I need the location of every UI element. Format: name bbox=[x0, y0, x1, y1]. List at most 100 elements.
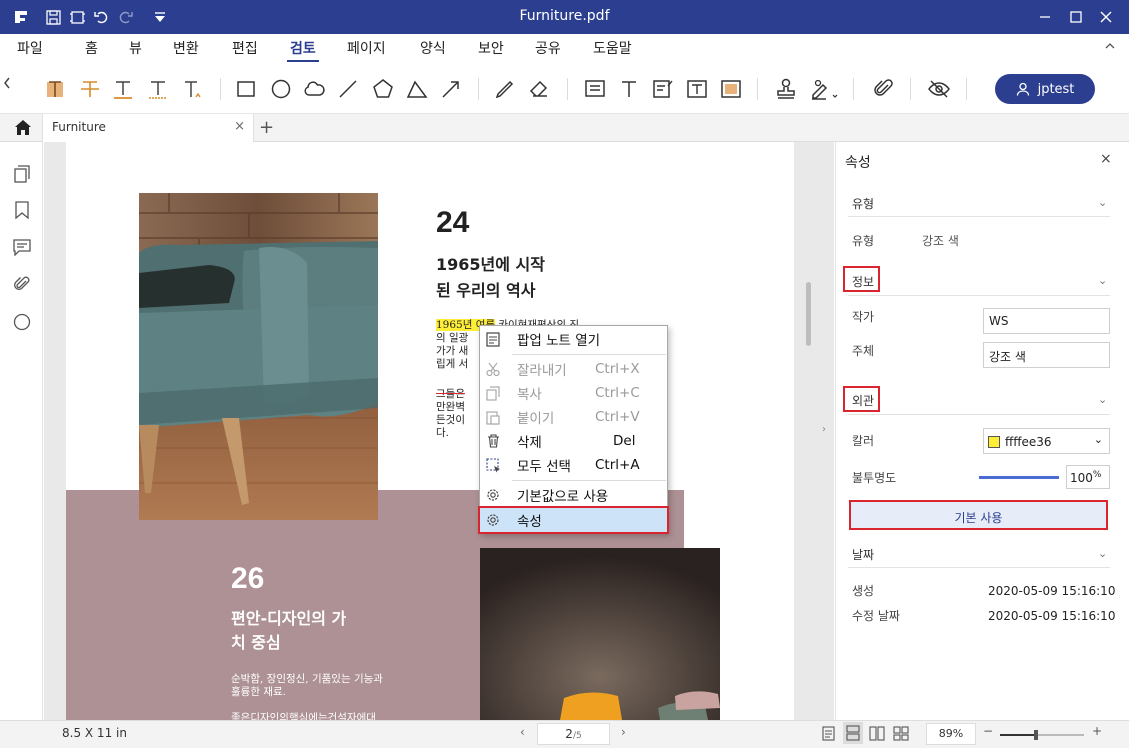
opacity-input[interactable]: 100% bbox=[1066, 465, 1110, 489]
new-tab-icon[interactable]: + bbox=[259, 117, 274, 138]
toolbar-scroll-left-icon[interactable] bbox=[3, 76, 17, 102]
area-highlight-icon[interactable] bbox=[718, 76, 744, 102]
section2-heading-line1: 편안-디자인의 가 bbox=[231, 609, 347, 628]
zoom-input[interactable]: 89% bbox=[926, 723, 976, 745]
close-tab-icon[interactable]: × bbox=[234, 119, 245, 134]
stamp-icon[interactable] bbox=[773, 76, 799, 102]
insert-text-icon[interactable] bbox=[179, 76, 205, 102]
arrow-icon[interactable] bbox=[438, 76, 464, 102]
continuous-view-icon[interactable] bbox=[843, 722, 863, 744]
chevron-down-icon[interactable]: ⌄ bbox=[1098, 393, 1107, 406]
title-bar: Furniture.pdf bbox=[0, 0, 1129, 34]
menu-review[interactable]: 검토 bbox=[287, 38, 319, 62]
menu-properties[interactable]: 속성 bbox=[478, 506, 669, 534]
menu-set-as-default[interactable]: 기본값으로 사용 bbox=[480, 483, 667, 507]
menu-paste[interactable]: 붙이기 Ctrl+V bbox=[480, 405, 667, 429]
menu-open-popup-note[interactable]: 팝업 노트 열기 bbox=[480, 327, 667, 351]
section-divider bbox=[848, 414, 1110, 415]
user-account-button[interactable]: jptest bbox=[995, 74, 1095, 104]
typewriter-icon[interactable] bbox=[616, 76, 642, 102]
section-divider bbox=[848, 567, 1110, 568]
menu-page[interactable]: 페이지 bbox=[347, 38, 386, 58]
expand-right-panel-icon[interactable]: › bbox=[822, 424, 826, 435]
menu-cut[interactable]: 잘라내기 Ctrl+X bbox=[480, 357, 667, 381]
menu-select-all[interactable]: 모두 선택 Ctrl+A bbox=[480, 453, 667, 477]
document-viewport[interactable]: 24 1965년에 시작 된 우리의 역사 1965년 여름 카이현재편산의 진… bbox=[44, 142, 834, 720]
attachment-icon[interactable] bbox=[870, 76, 896, 102]
maximize-icon[interactable] bbox=[1065, 6, 1087, 28]
chevron-down-icon[interactable]: ⌄ bbox=[1098, 196, 1107, 209]
menu-security[interactable]: 보안 bbox=[478, 38, 504, 58]
menu-edit[interactable]: 편집 bbox=[232, 38, 258, 58]
section1-text-line8: 다. bbox=[436, 427, 449, 439]
page-number-input[interactable]: 2/5 bbox=[537, 723, 610, 745]
home-icon[interactable] bbox=[14, 119, 32, 140]
opacity-label: 불투명도 bbox=[852, 471, 897, 485]
vertical-scrollbar-thumb[interactable] bbox=[806, 282, 811, 346]
strikethrough-icon[interactable] bbox=[77, 76, 103, 102]
close-window-icon[interactable] bbox=[1095, 6, 1117, 28]
cloud-icon[interactable] bbox=[301, 76, 327, 102]
bookmark-icon[interactable] bbox=[12, 200, 32, 220]
highlight-icon[interactable] bbox=[42, 76, 68, 102]
pencil-icon[interactable] bbox=[492, 76, 518, 102]
comment-icon[interactable] bbox=[12, 237, 32, 257]
menu-copy[interactable]: 복사 Ctrl+C bbox=[480, 381, 667, 405]
menu-share[interactable]: 공유 bbox=[535, 38, 561, 58]
zoom-in-icon[interactable]: + bbox=[1092, 724, 1102, 738]
signature-icon[interactable] bbox=[808, 76, 840, 102]
menu-home[interactable]: 홈 bbox=[85, 38, 98, 58]
close-panel-icon[interactable]: × bbox=[1100, 151, 1112, 167]
text-callout-icon[interactable] bbox=[650, 76, 676, 102]
zoom-slider-handle[interactable] bbox=[1034, 730, 1038, 740]
opacity-slider[interactable] bbox=[979, 476, 1059, 479]
menu-view[interactable]: 뷰 bbox=[129, 38, 142, 58]
collapse-ribbon-icon[interactable] bbox=[1104, 40, 1116, 56]
line-icon[interactable] bbox=[335, 76, 361, 102]
menu-delete[interactable]: 삭제 Del bbox=[480, 429, 667, 453]
grid-view-icon[interactable] bbox=[893, 726, 909, 744]
type-section-header[interactable]: 유형 bbox=[852, 195, 874, 212]
squiggly-underline-icon[interactable] bbox=[145, 76, 171, 102]
note-icon[interactable] bbox=[582, 76, 608, 102]
subject-field[interactable]: 강조 색 bbox=[983, 342, 1110, 368]
hide-annotations-icon[interactable] bbox=[926, 76, 952, 102]
zoom-out-icon[interactable]: − bbox=[983, 724, 993, 738]
author-label: 작가 bbox=[852, 310, 875, 324]
polyline-icon[interactable] bbox=[404, 76, 430, 102]
menu-form[interactable]: 양식 bbox=[420, 38, 446, 58]
zoom-slider[interactable] bbox=[1000, 730, 1084, 740]
rectangle-icon[interactable] bbox=[233, 76, 259, 102]
search-panel-icon[interactable] bbox=[12, 312, 32, 332]
pdf-page[interactable]: 24 1965년에 시작 된 우리의 역사 1965년 여름 카이현재편산의 진… bbox=[66, 142, 794, 720]
underline-icon[interactable] bbox=[110, 76, 136, 102]
menu-file[interactable]: 파일 bbox=[17, 38, 43, 58]
trash-icon bbox=[485, 433, 501, 449]
menu-convert[interactable]: 변환 bbox=[173, 38, 199, 58]
next-page-icon[interactable]: › bbox=[621, 725, 626, 739]
chevron-down-icon[interactable]: ⌄ bbox=[1098, 547, 1107, 560]
menu-separator bbox=[512, 354, 666, 355]
previous-page-icon[interactable]: ‹ bbox=[520, 725, 525, 739]
author-field[interactable]: WS bbox=[983, 308, 1110, 334]
properties-title: 속성 bbox=[845, 155, 871, 171]
chevron-down-icon[interactable]: ⌄ bbox=[1098, 274, 1107, 287]
section1-text-line3: 가가 새 bbox=[436, 345, 469, 357]
minimize-icon[interactable] bbox=[1034, 6, 1056, 28]
page-size: 8.5 X 11 in bbox=[62, 726, 127, 740]
date-section-header[interactable]: 날짜 bbox=[852, 546, 874, 563]
thumbnails-icon[interactable] bbox=[12, 164, 32, 184]
polygon-icon[interactable] bbox=[370, 76, 396, 102]
section-divider bbox=[848, 216, 1110, 217]
two-page-view-icon[interactable] bbox=[869, 726, 885, 744]
menu-help[interactable]: 도움말 bbox=[593, 38, 632, 58]
ellipse-icon[interactable] bbox=[268, 76, 294, 102]
eraser-icon[interactable] bbox=[526, 76, 552, 102]
attachment-panel-icon[interactable] bbox=[12, 274, 32, 294]
single-page-view-icon[interactable] bbox=[822, 726, 835, 744]
status-bar: 8.5 X 11 in ‹ 2/5 › 89% − + bbox=[0, 720, 1129, 748]
set-default-button[interactable]: 기본 사용 bbox=[849, 500, 1108, 530]
tab-furniture[interactable]: Furniture × bbox=[42, 114, 254, 142]
color-select[interactable]: ffffee36 ⌄ bbox=[983, 428, 1110, 454]
text-box-icon[interactable] bbox=[684, 76, 710, 102]
